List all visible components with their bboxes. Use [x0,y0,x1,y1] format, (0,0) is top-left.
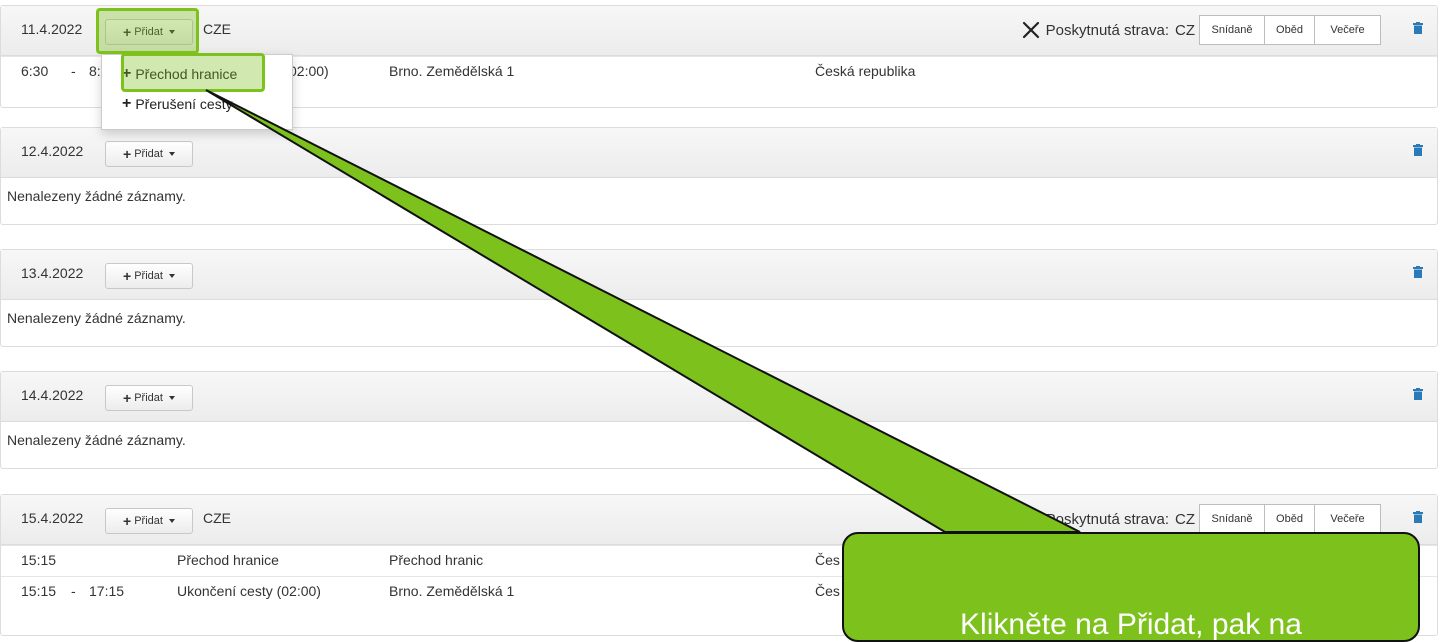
highlight-add-button [96,8,199,54]
breakfast-button[interactable]: Snídaně [1199,504,1265,534]
day-header: 14.4.2022 + Přidat [1,372,1437,422]
day-date: 14.4.2022 [21,387,84,403]
breakfast-button[interactable]: Snídaně [1199,15,1265,45]
add-button-label: Přidat [134,270,163,282]
meal-provided: Poskytnutá strava: CZ Snídaně Oběd Večeř… [1022,14,1381,46]
time-from: 15:15 [21,552,57,568]
day-header: 12.4.2022 + Přidat [1,128,1437,178]
menu-item-trip-interruption[interactable]: + Přerušení cesty [122,95,233,113]
empty-message: Nenalezeny žádné záznamy. [7,432,186,448]
plus-icon: + [123,390,132,406]
caret-down-icon [168,519,175,523]
day-date: 13.4.2022 [21,265,84,281]
caret-down-icon [168,274,175,278]
plus-icon: + [123,268,132,284]
lunch-button[interactable]: Oběd [1265,504,1315,534]
day-header: 11.4.2022 + Přidat CZE Poskytnutá strava… [1,6,1437,56]
row-place: Přechod hranic [389,552,484,568]
caret-down-icon [168,396,175,400]
row-country: Čes [815,552,840,568]
add-button-label: Přidat [134,515,163,527]
row-type: 02:00) [289,63,329,79]
trash-icon[interactable] [1413,388,1423,400]
add-button[interactable]: + Přidat [105,263,193,289]
day-country: CZE [203,21,231,37]
time-dash: - [71,583,76,599]
time-to: 8: [89,63,101,79]
row-country: Česká republika [815,63,916,79]
trash-icon[interactable] [1413,266,1423,278]
day-panel: 13.4.2022 + Přidat Nenalezeny žádné zázn… [0,249,1438,347]
fork-knife-icon [1022,510,1039,528]
highlight-menu-item [121,53,265,92]
add-button-label: Přidat [134,148,163,160]
dinner-button[interactable]: Večeře [1315,504,1381,534]
day-country: CZE [203,510,231,526]
time-from: 15:15 [21,583,57,599]
fork-knife-icon [1022,21,1039,39]
plus-icon: + [123,513,132,529]
trash-icon[interactable] [1413,144,1423,156]
day-panel: 14.4.2022 + Přidat Nenalezeny žádné zázn… [0,371,1438,469]
lunch-button[interactable]: Oběd [1265,15,1315,45]
plus-icon: + [122,95,132,112]
dinner-button[interactable]: Večeře [1315,15,1381,45]
add-button[interactable]: + Přidat [105,385,193,411]
trash-icon[interactable] [1413,511,1423,523]
row-country: Čes [815,583,840,599]
time-dash: - [71,63,76,79]
row-place: Brno. Zemědělská 1 [389,63,515,79]
row-type: Ukončení cesty (02:00) [177,583,321,599]
menu-item-label: Přerušení cesty [135,96,233,112]
row-place: Brno. Zemědělská 1 [389,583,515,599]
empty-message: Nenalezeny žádné záznamy. [7,188,186,204]
day-header: 13.4.2022 + Přidat [1,250,1437,300]
day-panel: 12.4.2022 + Přidat Nenalezeny žádné zázn… [0,127,1438,225]
meal-label: Poskytnutá strava: [1045,510,1169,528]
caret-down-icon [168,152,175,156]
add-button[interactable]: + Přidat [105,508,193,534]
day-date: 12.4.2022 [21,143,84,159]
meal-provided: Poskytnutá strava: CZ Snídaně Oběd Večeř… [1022,503,1381,535]
add-button[interactable]: + Přidat [105,141,193,167]
day-date: 15.4.2022 [21,510,84,526]
instruction-callout: Klikněte na Přidat, pak na [842,532,1420,642]
time-from: 6:30 [21,63,49,79]
add-button-label: Přidat [134,392,163,404]
meal-country: CZ [1175,510,1195,528]
meal-label: Poskytnutá strava: [1045,21,1169,39]
row-type: Přechod hranice [177,552,279,568]
callout-text: Klikněte na Přidat, pak na [960,608,1302,641]
plus-icon: + [123,146,132,162]
empty-message: Nenalezeny žádné záznamy. [7,310,186,326]
meal-country: CZ [1175,21,1195,39]
time-to: 17:15 [89,583,125,599]
day-date: 11.4.2022 [21,21,83,37]
trash-icon[interactable] [1413,22,1423,34]
